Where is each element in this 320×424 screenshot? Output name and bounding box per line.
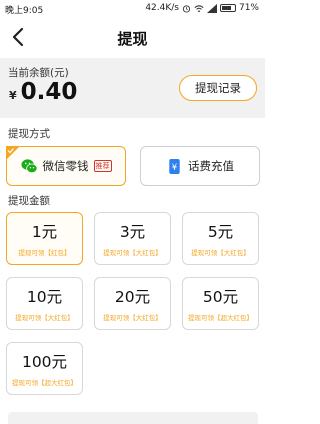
amount-option-3[interactable]: 3元 提现可领【大红包】: [94, 212, 171, 265]
amount-value: 100元: [21, 353, 68, 371]
amount-note: 提现可领【超大红包】: [12, 379, 77, 387]
recommended-badge: 推荐: [93, 160, 112, 172]
amount-option-5[interactable]: 5元 提现可领【大红包】: [182, 212, 259, 265]
amount-note: 提现可领【超大红包】: [188, 314, 253, 322]
amount-option-50[interactable]: 50元 提现可领【超大红包】: [182, 277, 259, 330]
amount-value: 50元: [202, 288, 239, 306]
amount-value: 10元: [26, 288, 63, 306]
method-phone-recharge-button[interactable]: ¥ 话费充值: [140, 146, 260, 186]
method-wechat-button[interactable]: 微信零钱 推荐: [6, 146, 126, 186]
amount-value: 5元: [207, 223, 234, 241]
page-title: 提现: [117, 30, 148, 48]
alarm-icon: [182, 4, 191, 13]
balance-value: ¥ 0.40: [9, 79, 77, 105]
currency-symbol: ¥: [9, 89, 17, 102]
amount-note: 提现可领【大红包】: [103, 249, 162, 257]
network-speed: 42.4K/s: [145, 3, 179, 13]
withdraw-amount-label: 提现金额: [8, 195, 50, 207]
wifi-icon: [194, 4, 204, 12]
bottom-panel: [8, 412, 258, 424]
wechat-icon: [20, 158, 37, 173]
battery-percent: 71%: [238, 3, 259, 13]
balance-amount: 0.40: [20, 79, 78, 105]
amount-note: 提现可领【红包】: [18, 249, 71, 257]
amount-note: 提现可领【大红包】: [15, 314, 74, 322]
phone-recharge-icon: ¥: [169, 158, 180, 174]
amount-value: 1元: [31, 223, 58, 241]
amount-note: 提现可领【大红包】: [191, 249, 250, 257]
amount-option-100[interactable]: 100元 提现可领【超大红包】: [6, 342, 83, 395]
amount-option-10[interactable]: 10元 提现可领【大红包】: [6, 277, 83, 330]
method-wechat-label: 微信零钱: [42, 159, 89, 173]
status-indicators: 42.4K/s 71%: [145, 3, 259, 13]
amount-option-20[interactable]: 20元 提现可领【大红包】: [94, 277, 171, 330]
battery-icon: [219, 4, 236, 12]
amount-value: 20元: [114, 288, 151, 306]
selected-check-icon: [6, 146, 20, 160]
svg-text:¥: ¥: [172, 162, 178, 172]
withdraw-method-label: 提现方式: [8, 128, 50, 140]
amount-value: 3元: [119, 223, 146, 241]
method-phone-label: 话费充值: [188, 159, 234, 173]
amount-note: 提现可领【大红包】: [103, 314, 162, 322]
nav-bar: 提现: [0, 18, 265, 56]
status-bar: 晚上9:05 42.4K/s 71%: [0, 0, 265, 18]
signal-icon: [206, 3, 217, 13]
amount-option-1[interactable]: 1元 提现可领【红包】: [6, 212, 83, 265]
balance-label: 当前余额(元): [8, 67, 69, 79]
status-time: 晚上9:05: [5, 6, 44, 16]
withdraw-record-button[interactable]: 提现记录: [179, 75, 257, 101]
